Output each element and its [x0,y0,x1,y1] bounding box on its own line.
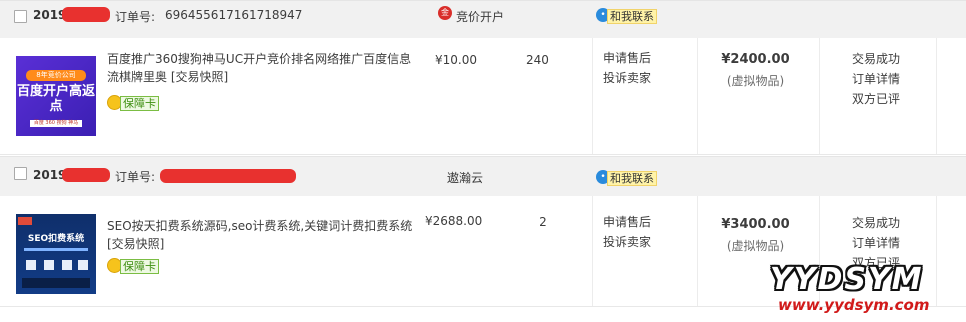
site-watermark: YYDSYM www.yydsym.com [750,260,966,322]
aftersale-links: 申请售后 投诉卖家 [603,212,651,252]
trade-status: 交易成功 [852,52,901,66]
total-note: (虚拟物品) [726,74,785,88]
apply-aftersale-link[interactable]: 申请售后 [603,48,651,68]
column-divider [697,38,698,154]
thumb-footer [22,278,90,288]
quantity: 240 [526,53,549,67]
order-list: 2019 订单号: 696455617161718947 金 竞价开户 • 和我… [0,0,966,322]
order-total: ¥2400.00 (虚拟物品) [708,51,803,88]
guarantee-card-label: 保障卡 [120,96,159,111]
column-divider [936,38,937,154]
column-divider [819,38,820,154]
watermark-brand: YYDSYM [770,262,924,297]
complain-seller-link[interactable]: 投诉卖家 [603,68,651,88]
thumb-graphic [44,260,54,270]
total-amount: ¥3400.00 [721,217,790,232]
total-amount: ¥2400.00 [721,52,790,67]
thumb-graphic [62,260,72,270]
column-divider [592,196,593,306]
guarantee-card-label: 保障卡 [120,259,159,274]
shop-badge-icon: 金 [438,6,452,20]
contact-seller-label: 和我联系 [607,171,657,186]
apply-aftersale-link[interactable]: 申请售后 [603,212,651,232]
order-header: 2019 订单号: 遨瀚云 • 和我联系 [0,156,966,197]
aftersale-links: 申请售后 投诉卖家 [603,48,651,88]
review-status: 双方已评 [852,92,901,106]
order-checkbox[interactable] [14,10,27,23]
thumb-headline: SEO扣费系统 [27,234,85,244]
thumb-graphic [78,260,88,270]
trade-status: 交易成功 [852,216,901,230]
contact-seller-label: 和我联系 [607,9,657,24]
redaction-mark [62,168,110,182]
product-title-link[interactable]: 百度推广360搜狗神马UC开户竞价排名网络推广百度信息流棋牌里奥 [交易快照] [107,50,422,86]
product-thumbnail[interactable]: SEO扣费系统 [16,214,96,294]
order-item-row: 8年竞价公司 百度开户高返点 百度 360 搜狗 神马 百度推广360搜狗神马U… [0,38,966,155]
order-number-label: 订单号: [115,10,156,24]
column-divider [697,196,698,306]
watermark-url: www.yydsym.com [778,296,930,314]
order-header: 2019 订单号: 696455617161718947 金 竞价开户 • 和我… [0,0,966,39]
order-status: 交易成功 订单详情 双方已评 [852,49,900,109]
thumb-divider [24,248,88,251]
thumb-footer: 百度 360 搜狗 神马 [30,120,82,127]
thumb-logo [18,217,32,225]
order-number-label: 订单号: [115,170,156,184]
quantity: 2 [539,215,547,229]
order-number: 696455617161718947 [165,8,303,22]
shop-name-link[interactable]: 遨瀚云 [447,169,483,186]
thumb-graphic [26,260,36,270]
shop-name-link[interactable]: 竞价开户 [456,8,504,25]
unit-price: ¥10.00 [435,53,477,67]
redaction-mark [62,7,110,22]
product-thumbnail[interactable]: 8年竞价公司 百度开户高返点 百度 360 搜狗 神马 [16,56,96,136]
order-detail-link[interactable]: 订单详情 [852,69,900,89]
column-divider [592,38,593,154]
order-total: ¥3400.00 (虚拟物品) [708,216,803,253]
order-detail-link[interactable]: 订单详情 [852,233,900,253]
complain-seller-link[interactable]: 投诉卖家 [603,232,651,252]
order-checkbox[interactable] [14,167,27,180]
redaction-mark [160,169,296,183]
thumb-tag: 8年竞价公司 [26,70,86,81]
total-note: (虚拟物品) [726,239,785,253]
unit-price: ¥2688.00 [425,214,483,228]
thumb-headline: 百度开户高返点 [16,84,95,114]
product-title-link[interactable]: SEO按天扣费系统源码,seo计费系统,关键词计费扣费系统 [交易快照] [107,217,422,253]
